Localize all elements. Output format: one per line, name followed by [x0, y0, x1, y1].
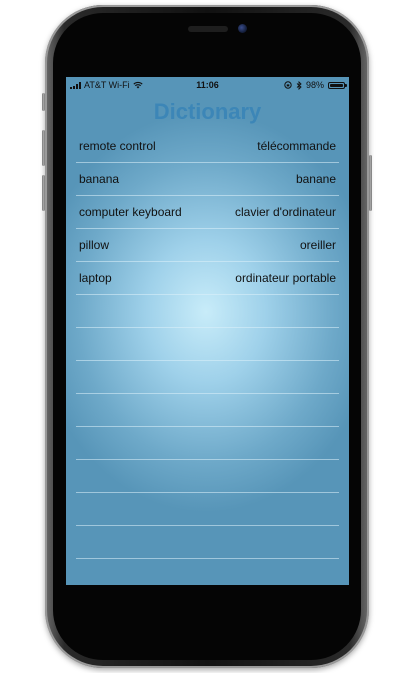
list-item[interactable] [76, 295, 339, 328]
english-word: pillow [79, 238, 110, 252]
list-item[interactable] [76, 526, 339, 559]
volume-up-button [42, 130, 45, 166]
volume-down-button [42, 175, 45, 211]
english-word: banana [79, 172, 120, 186]
list-item[interactable]: remote control télécommande [76, 130, 339, 163]
power-button [369, 155, 372, 211]
list-item[interactable]: banana banane [76, 163, 339, 196]
french-word: banane [295, 172, 336, 186]
english-word: remote control [79, 139, 156, 153]
list-item[interactable]: pillow oreiller [76, 229, 339, 262]
list-item[interactable] [76, 427, 339, 460]
list-item[interactable]: computer keyboard clavier d'ordinateur [76, 196, 339, 229]
status-right: 98% [284, 80, 347, 90]
phone-device-frame: AT&T Wi-Fi 11:06 98% Dictionary remote c… [42, 5, 372, 668]
bluetooth-icon [296, 80, 302, 90]
battery-icon [328, 81, 347, 89]
list-item[interactable]: laptop ordinateur portable [76, 262, 339, 295]
list-item[interactable] [76, 460, 339, 493]
earpiece-speaker [188, 26, 228, 32]
french-word: télécommande [257, 139, 336, 153]
front-camera-icon [238, 24, 247, 33]
french-word: ordinateur portable [235, 271, 336, 285]
french-word: clavier d'ordinateur [234, 205, 336, 219]
app-screen: AT&T Wi-Fi 11:06 98% Dictionary remote c… [66, 77, 349, 585]
list-item[interactable] [76, 394, 339, 427]
status-bar: AT&T Wi-Fi 11:06 98% [66, 77, 349, 93]
battery-level-fill [330, 83, 343, 87]
list-item[interactable] [76, 328, 339, 361]
french-word: oreiller [299, 238, 336, 252]
list-item[interactable] [76, 361, 339, 394]
dictionary-list: remote control télécommande banana banane co… [76, 130, 339, 585]
orientation-lock-icon [284, 81, 292, 89]
list-item[interactable] [76, 493, 339, 526]
mute-switch [42, 93, 45, 111]
english-word: computer keyboard [79, 205, 182, 219]
list-item[interactable] [76, 559, 339, 585]
battery-percent: 98% [305, 80, 324, 90]
page-title: Dictionary [153, 99, 262, 124]
english-word: laptop [79, 271, 112, 285]
